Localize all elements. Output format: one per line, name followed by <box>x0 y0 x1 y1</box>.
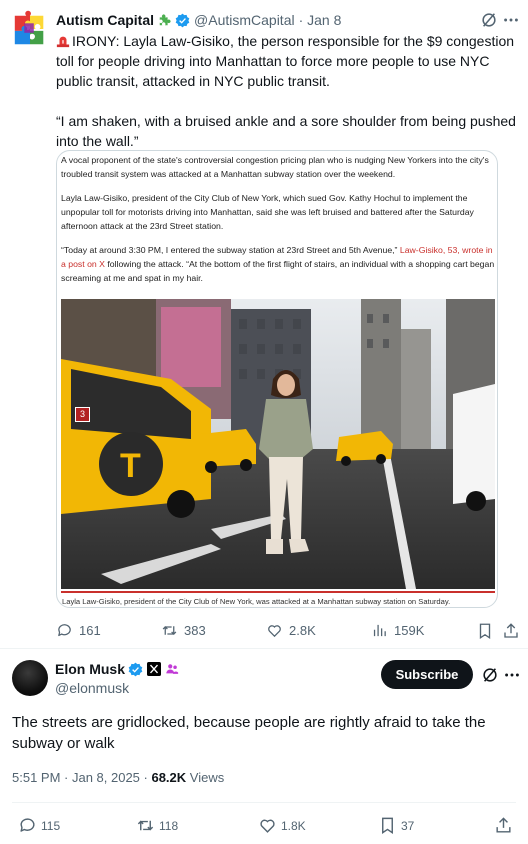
actions-divider <box>12 802 516 803</box>
like-button[interactable]: 2.8K <box>266 622 316 639</box>
tweet-text-quote: “I am shaken, with a bruised ankle and a… <box>56 113 516 149</box>
quoted-tweet-actions: 161 383 2.8K 159K <box>56 622 522 640</box>
main-tweet-text: The streets are gridlocked, because peop… <box>12 714 486 752</box>
article-paragraph-2: Layla Law-Gisiko, president of the City … <box>61 193 474 231</box>
more-options-icon[interactable] <box>503 666 521 684</box>
views-chart-icon <box>373 624 386 637</box>
like-count: 1.8K <box>281 818 306 833</box>
tweet-text-line1: IRONY: Layla Law-Gisiko, the person resp… <box>56 33 515 89</box>
repost-count: 118 <box>159 818 179 833</box>
bookmark-button[interactable]: 37 <box>378 816 414 835</box>
article-quote-end: following the attack. “At the bottom of … <box>61 259 495 283</box>
quoted-tweet[interactable]: Autism Capital @AutismCapital · Jan 8 IR… <box>0 0 528 648</box>
puzzle-piece-icon <box>159 14 171 26</box>
repost-button[interactable]: 383 <box>161 622 206 639</box>
repost-icon <box>162 626 177 635</box>
x-affiliate-icon <box>147 662 162 676</box>
reply-button[interactable]: 161 <box>56 622 101 639</box>
author-handle[interactable]: @AutismCapital <box>194 12 295 28</box>
quoted-tweet-text: IRONY: Layla Law-Gisiko, the person resp… <box>56 31 516 151</box>
share-icon <box>496 817 511 833</box>
siren-icon <box>56 36 70 48</box>
repost-icon <box>137 820 154 831</box>
photo-caption: Layla Law-Gisiko, president of the City … <box>62 597 451 606</box>
views-count: 68.2K <box>151 770 187 785</box>
views-label: Views <box>186 770 225 785</box>
author-name[interactable]: Elon Musk <box>55 661 125 677</box>
like-button[interactable]: 1.8K <box>258 816 306 835</box>
reply-button[interactable]: 115 <box>18 816 60 835</box>
author-handle[interactable]: @elonmusk <box>55 680 129 696</box>
tweet-media-image[interactable]: A vocal proponent of the state's controv… <box>56 150 498 608</box>
like-count: 2.8K <box>289 623 316 638</box>
photo-number-badge: 3 <box>75 407 90 422</box>
share-button[interactable] <box>494 816 517 835</box>
avatar-elon-musk[interactable] <box>12 660 48 696</box>
verified-badge-icon <box>128 662 143 676</box>
heart-icon <box>260 819 275 833</box>
views-count: 159K <box>394 623 425 638</box>
avatar-autism-capital[interactable] <box>11 10 49 48</box>
reply-icon <box>58 624 71 637</box>
article-clip: A vocal proponent of the state's controv… <box>61 153 495 295</box>
tweet-date[interactable]: · Jan 8 <box>299 12 342 28</box>
article-paragraph-3: “Today at around 3:30 PM, I entered the … <box>61 243 495 285</box>
reply-count: 161 <box>79 623 101 638</box>
quoted-tweet-header: Autism Capital @AutismCapital · Jan 8 <box>56 11 341 29</box>
bookmark-icon <box>382 817 393 834</box>
main-tweet-actions: 115 118 1.8K 37 <box>0 816 528 836</box>
main-tweet-header: Elon Musk <box>55 661 179 677</box>
share-icon[interactable] <box>502 622 520 640</box>
author-name[interactable]: Autism Capital <box>56 12 154 28</box>
grok-icon[interactable] <box>480 11 498 29</box>
repost-button[interactable]: 118 <box>136 816 178 835</box>
tweet-metadata: 5:51 PM · Jan 8, 2025 · 68.2K Views <box>12 770 224 785</box>
reply-count: 115 <box>41 818 61 833</box>
verified-badge-icon <box>175 13 190 27</box>
views-button[interactable]: 159K <box>371 622 424 639</box>
bookmark-icon[interactable] <box>476 622 494 640</box>
subscribe-button[interactable]: Subscribe <box>381 660 473 689</box>
article-paragraph-1: A vocal proponent of the state's controv… <box>61 155 489 179</box>
svg-text:T: T <box>120 447 141 485</box>
grok-icon[interactable] <box>481 666 499 684</box>
repost-count: 383 <box>184 623 206 638</box>
reply-icon <box>20 818 35 832</box>
tweet-divider <box>0 648 528 649</box>
article-quote-start: “Today at around 3:30 PM, I entered the … <box>61 245 398 255</box>
caption-divider <box>61 591 495 593</box>
street-photo: T <box>61 299 495 589</box>
more-options-icon[interactable] <box>502 11 520 29</box>
tweet-timestamp[interactable]: 5:51 PM · Jan 8, 2025 · <box>12 770 151 785</box>
bookmark-count: 37 <box>401 818 415 833</box>
heart-icon <box>268 625 281 638</box>
people-icon <box>166 664 179 674</box>
